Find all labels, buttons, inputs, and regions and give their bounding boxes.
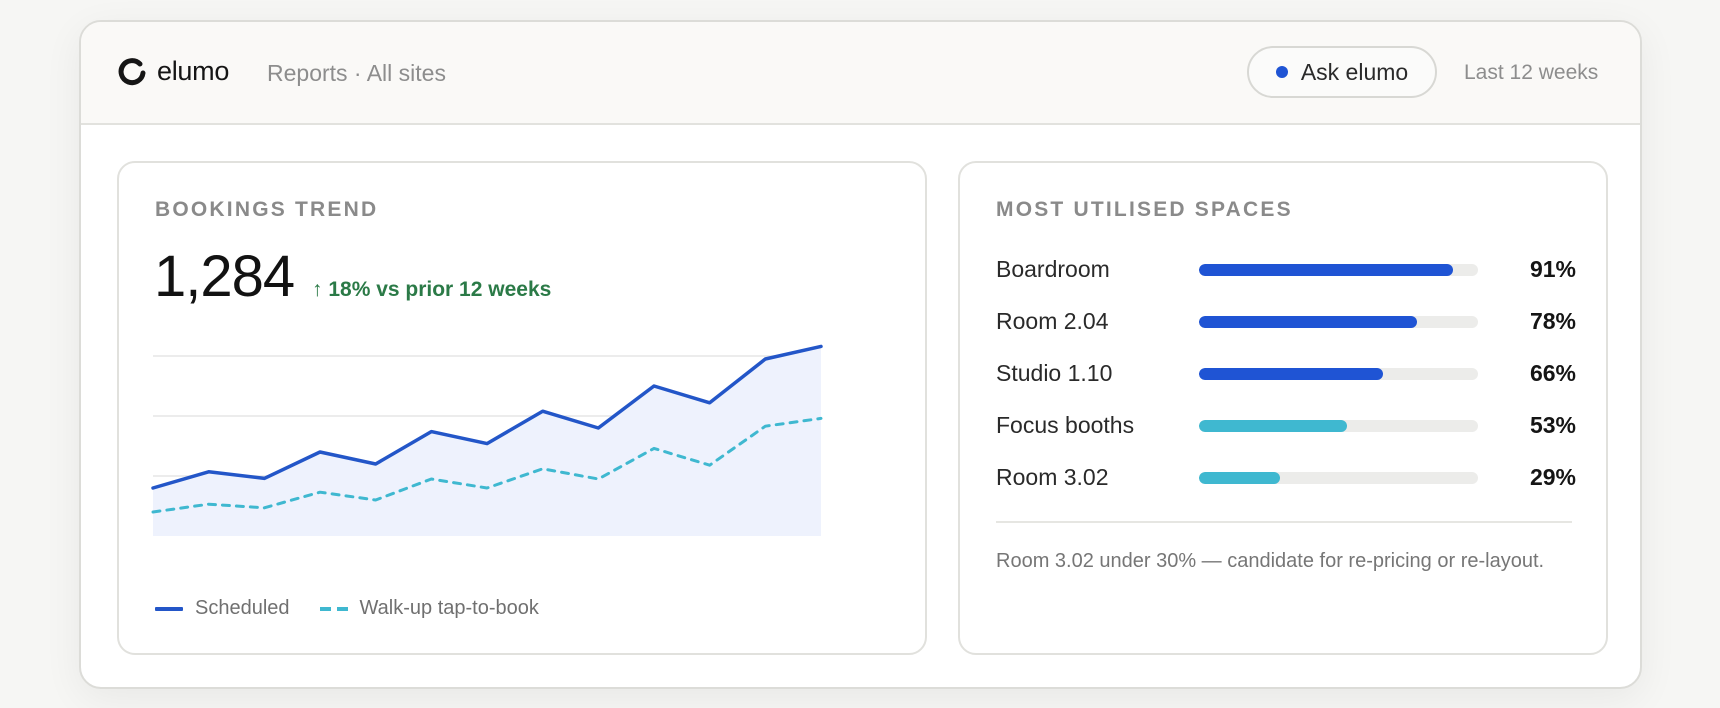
utilisation-value: 91% [1529,256,1576,282]
top-bar: elumo Reports · All sites Ask elumo Last… [81,22,1640,125]
chart-legend: Scheduled Walk-up tap-to-book [155,597,569,620]
utilisation-bar-track [1199,368,1478,380]
legend-label-scheduled: Scheduled [195,597,290,619]
utilised-spaces-title: MOST UTILISED SPACES [996,198,1293,221]
space-row[interactable]: Studio 1.10 66% [996,360,1576,412]
legend-label-walkup: Walk-up tap-to-book [359,597,539,619]
space-name: Room 2.04 [996,308,1109,334]
space-name: Studio 1.10 [996,360,1113,386]
utilisation-value: 53% [1529,412,1576,438]
status-dot-icon [1275,66,1288,78]
utilisation-value: 29% [1529,464,1576,490]
utilisation-bar-track [1199,316,1478,328]
brand-name: elumo [157,56,230,86]
legend-swatch-solid [155,606,183,611]
space-name: Focus booths [996,412,1135,438]
utilisation-bar-track [1199,472,1478,484]
legend-item-scheduled: Scheduled [155,597,290,620]
legend-swatch-dashed [319,606,348,611]
breadcrumb[interactable]: Reports · All sites [267,60,446,87]
utilisation-bar-fill [1199,420,1347,432]
space-row[interactable]: Boardroom 91% [996,256,1576,308]
utilisation-value: 66% [1529,360,1576,386]
elumo-logo-icon [118,57,146,85]
bookings-trend-card: BOOKINGS TREND 1,284 ↑ 18% vs prior 12 w… [117,161,927,655]
space-row[interactable]: Room 3.02 29% [996,464,1576,516]
utilisation-bar-fill [1199,368,1384,380]
brand[interactable]: elumo [117,56,229,87]
date-range-selector[interactable]: Last 12 weeks [1464,61,1598,85]
utilisation-bar-fill [1199,316,1417,328]
ask-elumo-label: Ask elumo [1300,58,1409,85]
legend-item-walkup: Walk-up tap-to-book [319,597,539,620]
space-row[interactable]: Focus booths 53% [996,412,1576,464]
utilised-spaces-card: MOST UTILISED SPACES Boardroom 91% Room … [958,161,1608,655]
utilisation-value: 78% [1529,308,1576,334]
space-name: Room 3.02 [996,464,1109,490]
space-row[interactable]: Room 2.04 78% [996,308,1576,360]
dashboard-window: elumo Reports · All sites Ask elumo Last… [79,20,1642,689]
utilisation-bar-fill [1199,472,1280,484]
utilisation-bar-track [1199,420,1478,432]
divider [996,521,1572,523]
space-list: Boardroom 91% Room 2.04 78% Studio 1.10 … [996,256,1576,516]
insight-note: Room 3.02 under 30% — candidate for re-p… [996,550,1545,572]
ask-elumo-button[interactable]: Ask elumo [1247,46,1437,98]
utilisation-bar-fill [1199,264,1453,276]
space-name: Boardroom [996,256,1110,282]
bookings-line-chart [151,344,823,536]
utilisation-bar-track [1199,264,1478,276]
